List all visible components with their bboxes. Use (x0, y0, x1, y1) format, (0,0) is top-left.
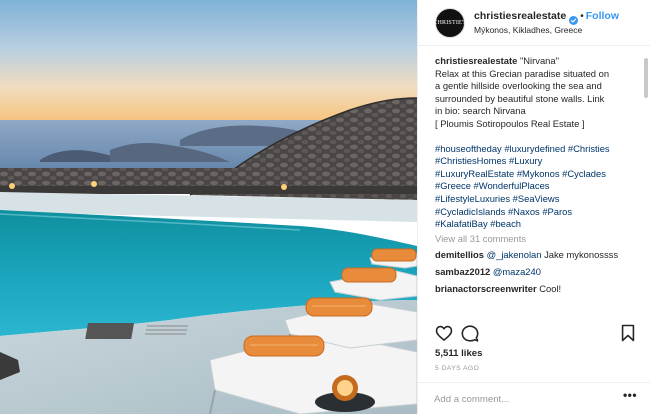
comment-mention[interactable]: @_jakenolan (487, 249, 542, 260)
comment-username[interactable]: demitellios (435, 249, 484, 260)
caption-line: surrounded by beautiful stone walls. Lin… (435, 92, 605, 104)
post-header: CHRISTIE'S christiesrealestate • Follow … (418, 0, 650, 46)
header-separator-dot: • (580, 10, 584, 22)
post-photo[interactable] (0, 0, 417, 414)
caption: christiesrealestate "Nirvana" Relax at t… (435, 55, 640, 131)
more-options-icon[interactable]: ••• (621, 388, 639, 406)
comment: demitellios @_jakenolan Jake mykonossss (435, 249, 640, 262)
add-comment-bar: ••• (418, 382, 650, 414)
comment: brianactorscreenwriter Cool! (435, 283, 640, 296)
comment: sambaz2012 @maza240 (435, 266, 640, 279)
comments-list: christiesrealestate "Nirvana" Relax at t… (435, 55, 640, 317)
caption-line: Relax at this Grecian paradise situated … (435, 67, 610, 79)
hashtag-line[interactable]: #LuxuryRealEstate #Mykonos #Cyclades (435, 168, 606, 179)
avatar[interactable]: CHRISTIE'S (433, 8, 467, 38)
hashtag-line[interactable]: #LifestyleLuxuries #SeaViews (435, 193, 559, 204)
comment-text: Jake mykonossss (541, 249, 619, 261)
post-timestamp[interactable]: 5 DAYS AGO (435, 365, 479, 372)
speech-bubble-icon (461, 325, 479, 342)
header-username[interactable]: christiesrealestate (474, 10, 566, 22)
heart-icon (435, 325, 453, 341)
pool-seaview-image (0, 0, 417, 414)
likes-count[interactable]: 5,511 likes (435, 348, 482, 359)
comment-mention[interactable]: @maza240 (493, 266, 541, 277)
caption-line: in bio: search Nirvana (435, 105, 526, 117)
hashtag-line[interactable]: #Greece #WonderfulPlaces (435, 180, 549, 191)
like-button[interactable] (434, 323, 454, 343)
hashtags: #houseoftheday #luxurydefined #Christies… (435, 143, 640, 231)
comment-text: Cool! (539, 282, 562, 294)
save-button[interactable] (618, 323, 638, 343)
caption-title: "Nirvana" (519, 55, 559, 66)
caption-line: [ Ploumis Sotiropoulos Real Estate ] (435, 117, 585, 129)
comments-scrollbar[interactable] (644, 58, 648, 98)
bookmark-icon (621, 324, 635, 342)
caption-username[interactable]: christiesrealestate (435, 55, 517, 66)
header-line: christiesrealestate • Follow (474, 10, 619, 25)
view-all-comments-link[interactable]: View all 31 comments (435, 233, 640, 246)
hashtag-line[interactable]: #CycladicIslands #Naxos #Paros (435, 206, 572, 217)
add-comment-input[interactable] (434, 391, 614, 407)
hashtag-line[interactable]: #ChristiesHomes #Luxury (435, 155, 542, 166)
verified-badge-icon (569, 12, 579, 25)
follow-button[interactable]: Follow (586, 10, 619, 22)
comment-username[interactable]: brianactorscreenwriter (435, 283, 537, 294)
hashtag-line[interactable]: #KalafatiBay #beach (435, 218, 521, 229)
avatar-logo-text: CHRISTIE'S (433, 20, 467, 26)
instagram-post-window: CHRISTIE'S christiesrealestate • Follow … (0, 0, 650, 414)
comment-username[interactable]: sambaz2012 (435, 266, 490, 277)
post-actions (418, 320, 650, 346)
location-link[interactable]: Mýkonos, Kikladhes, Greece (474, 25, 582, 35)
comment-button[interactable] (460, 323, 480, 343)
hashtag-line[interactable]: #houseoftheday #luxurydefined #Christies (435, 143, 610, 154)
caption-line: a gentle hillside overlooking the sea an… (435, 80, 602, 92)
post-sidebar: CHRISTIE'S christiesrealestate • Follow … (417, 0, 650, 414)
